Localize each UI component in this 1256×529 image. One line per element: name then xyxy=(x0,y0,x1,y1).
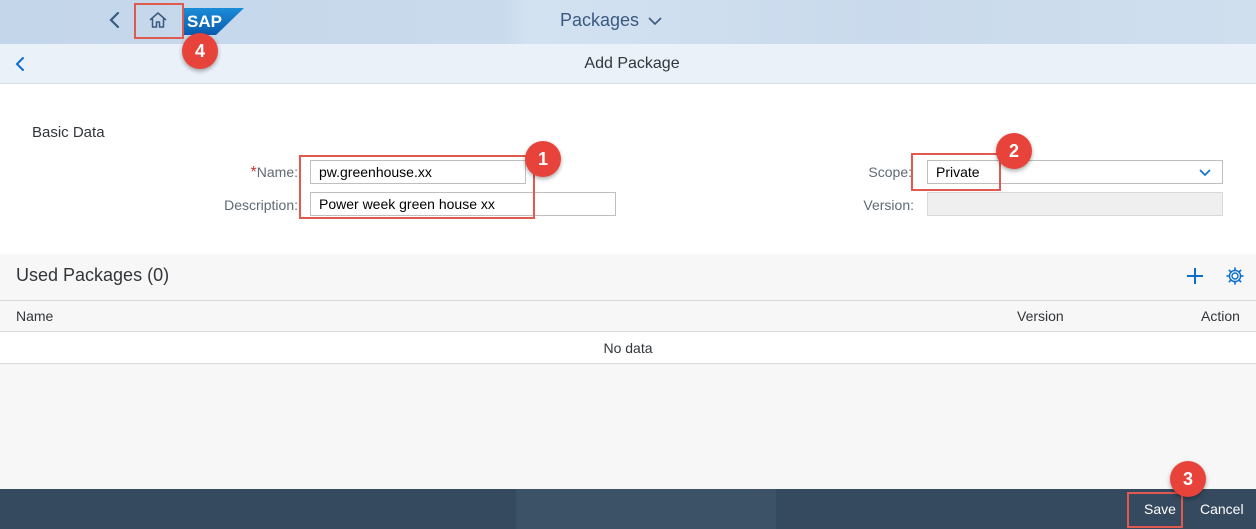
version-input xyxy=(927,192,1223,216)
annotation-badge: 4 xyxy=(182,33,218,69)
section-title: Basic Data xyxy=(32,124,105,141)
scope-label: Scope: xyxy=(868,164,912,180)
no-data-text: No data xyxy=(603,340,653,356)
annotation-highlight-name-description xyxy=(299,155,535,219)
sap-logo-text: SAP xyxy=(187,12,222,31)
basic-data-form: Basic Data *Name: Description: Scope: Pr… xyxy=(0,84,1256,254)
cancel-button[interactable]: Cancel xyxy=(1200,501,1244,517)
shell-title: Packages xyxy=(560,10,640,30)
shell-title-menu[interactable]: Packages xyxy=(560,10,663,31)
table-empty-row: No data xyxy=(0,332,1256,364)
annotation-badge: 1 xyxy=(525,141,561,177)
table-header: Name Version Action xyxy=(0,300,1256,332)
chevron-down-icon xyxy=(647,10,663,31)
name-label: *Name: xyxy=(200,164,298,182)
column-header-action[interactable]: Action xyxy=(1201,308,1240,324)
used-packages-title: Used Packages (0) xyxy=(16,265,170,285)
column-header-version[interactable]: Version xyxy=(1017,308,1064,324)
chevron-left-icon[interactable] xyxy=(104,9,126,31)
version-label: Version: xyxy=(863,197,914,213)
add-icon[interactable] xyxy=(1185,266,1205,286)
footer-decoration xyxy=(516,489,776,529)
description-label: Description: xyxy=(224,197,298,213)
footer-toolbar: Save Cancel xyxy=(0,489,1256,529)
annotation-highlight-scope xyxy=(911,153,1001,191)
chevron-down-icon[interactable] xyxy=(1198,166,1212,178)
gear-icon[interactable] xyxy=(1225,266,1245,286)
sap-logo[interactable]: SAP xyxy=(184,8,244,35)
column-header-name[interactable]: Name xyxy=(16,308,53,324)
annotation-highlight-home xyxy=(134,3,184,39)
annotation-highlight-save xyxy=(1127,492,1183,528)
annotation-badge: 3 xyxy=(1170,461,1206,497)
annotation-badge: 2 xyxy=(996,133,1032,169)
name-label-text: Name: xyxy=(256,164,298,180)
used-packages-toolbar: Used Packages (0) xyxy=(0,254,1256,300)
